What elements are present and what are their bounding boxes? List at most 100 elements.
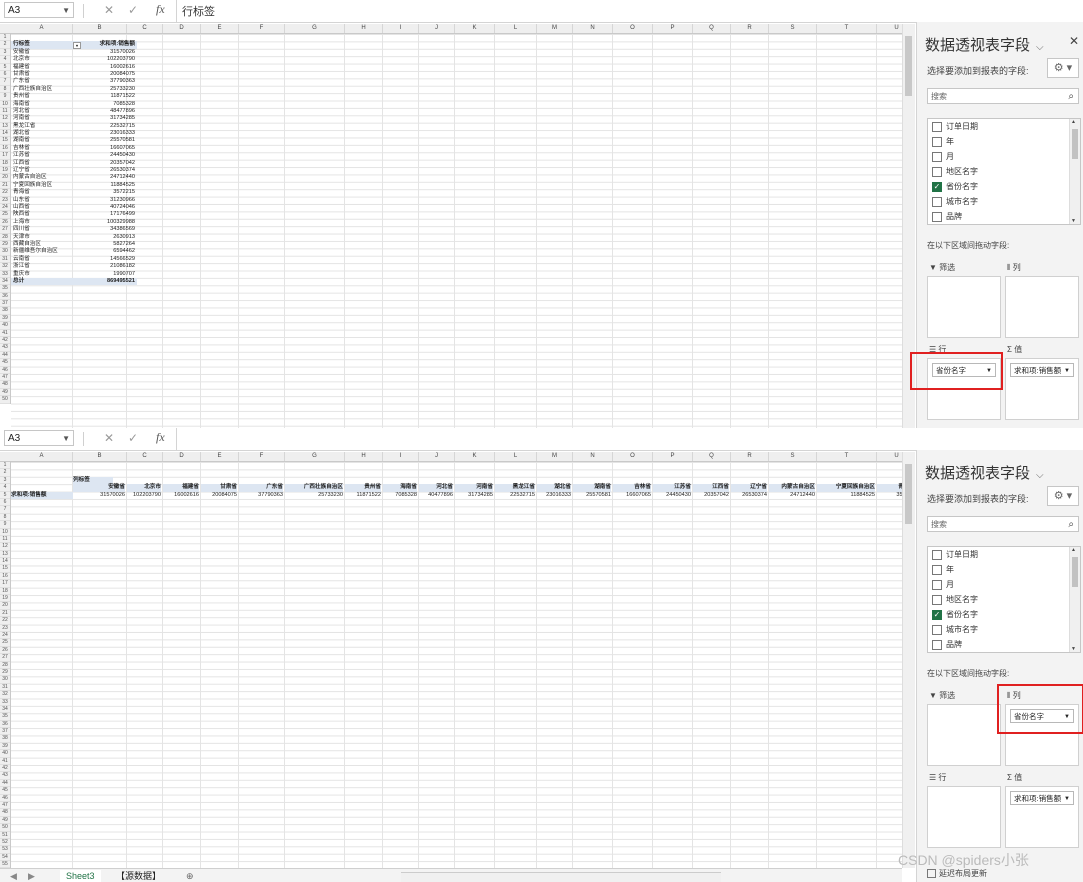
sales-value[interactable]: 20357042	[693, 492, 729, 499]
column-header[interactable]: K	[455, 452, 495, 461]
row-header[interactable]: 36	[0, 293, 10, 301]
column-header[interactable]: S	[769, 452, 817, 461]
column-header[interactable]: K	[455, 24, 495, 33]
close-icon[interactable]: ✕	[1069, 34, 1079, 48]
row-header[interactable]: 23	[0, 197, 10, 204]
field-list[interactable]: 订单日期年月地区名字 ✓ 省份名字 城市名字 品牌 ▲ ▼	[927, 118, 1081, 225]
chevron-down-icon[interactable]: ⌵	[1036, 470, 1044, 481]
province-column-header[interactable]: 广东省	[239, 484, 283, 492]
province-column-header[interactable]: 吉林省	[613, 484, 651, 492]
vertical-scrollbar[interactable]	[902, 452, 915, 868]
row-header[interactable]: 4	[0, 484, 10, 492]
sales-value[interactable]: 22532715	[495, 492, 535, 499]
field-list[interactable]: 订单日期年月地区名字 ✓ 省份名字 城市名字 品牌 ▲ ▼	[927, 546, 1081, 653]
row-header[interactable]: 42	[0, 337, 10, 345]
sales-value[interactable]: 31570026	[73, 492, 125, 499]
field-item[interactable]: 城市名字	[928, 622, 1080, 637]
row-header[interactable]: 13	[0, 551, 10, 559]
formula-content[interactable]: 行标签	[182, 3, 215, 19]
row-header[interactable]: 8	[0, 514, 10, 522]
pivot-row[interactable]: 内蒙古自治区 24712440	[11, 174, 137, 181]
column-header[interactable]: I	[383, 24, 419, 33]
name-box[interactable]: A3 ▼	[4, 2, 74, 18]
column-header[interactable]: L	[495, 452, 537, 461]
column-header[interactable]: J	[419, 24, 455, 33]
pivot-row[interactable]: 山东省 31230966	[11, 197, 137, 204]
pivot-row[interactable]: 广东省 37790363	[11, 78, 137, 85]
row-header[interactable]: 7	[0, 78, 10, 86]
sales-value[interactable]: 102203790	[127, 492, 161, 499]
search-input[interactable]: 搜索 ⌕	[927, 88, 1079, 104]
column-header[interactable]: R	[731, 452, 769, 461]
pivot-row[interactable]: 天津市 2630913	[11, 234, 137, 241]
province-column-header[interactable]: 青海省	[877, 484, 902, 492]
row-header[interactable]: 40	[0, 750, 10, 758]
pivot-row[interactable]: 湖南省 25570581	[11, 137, 137, 144]
pivot-row[interactable]: 福建省 16002616	[11, 64, 137, 71]
row-header[interactable]: 3	[0, 477, 10, 485]
row-header[interactable]: 30	[0, 248, 10, 256]
sales-value[interactable]: 7085328	[383, 492, 417, 499]
row-header[interactable]: 6	[0, 71, 10, 79]
row-header[interactable]: 17	[0, 152, 10, 160]
row-header[interactable]: 34	[0, 278, 10, 286]
row-header[interactable]: 19	[0, 595, 10, 603]
field-list-scrollbar[interactable]: ▲ ▼	[1069, 547, 1080, 652]
checkbox-icon[interactable]	[932, 565, 942, 575]
column-header[interactable]: G	[285, 24, 345, 33]
row-labels-header[interactable]: 行标签	[13, 41, 30, 48]
column-header[interactable]: A	[11, 24, 73, 33]
column-labels-header[interactable]: 列标签	[73, 476, 113, 485]
cell-grid[interactable]	[11, 34, 902, 428]
province-column-header[interactable]: 福建省	[163, 484, 199, 492]
field-item[interactable]: 地区名字	[928, 592, 1080, 607]
name-box[interactable]: A3 ▼	[4, 430, 74, 446]
province-column-header[interactable]: 北京市	[127, 484, 161, 492]
column-header[interactable]: M	[537, 452, 573, 461]
sales-value[interactable]: 24712440	[769, 492, 815, 499]
row-header[interactable]: 14	[0, 558, 10, 566]
row-header[interactable]: 45	[0, 787, 10, 795]
row-header[interactable]: 14	[0, 130, 10, 138]
row-header[interactable]: 28	[0, 662, 10, 669]
row-header[interactable]: 3	[0, 49, 10, 57]
province-column-header[interactable]: 黑龙江省	[495, 484, 535, 492]
pivot-row[interactable]: 黑龙江省 22532715	[11, 123, 137, 130]
column-header[interactable]: N	[573, 24, 613, 33]
field-item[interactable]: 月	[928, 149, 1080, 164]
row-header[interactable]: 17	[0, 580, 10, 588]
row-header[interactable]: 20	[0, 174, 10, 182]
row-header[interactable]: 47	[0, 802, 10, 810]
row-header[interactable]: 51	[0, 832, 10, 839]
gear-icon[interactable]: ⚙ ▾	[1047, 486, 1079, 506]
sales-value[interactable]: 25570581	[573, 492, 611, 499]
row-header[interactable]: 15	[0, 565, 10, 573]
cell-grid[interactable]	[11, 462, 902, 870]
pivot-table[interactable]: 行标签 ▾ 求和项:销售额 安徽省 31570026 北京市 102203790 福建省…	[11, 34, 137, 286]
row-header[interactable]: 46	[0, 367, 10, 374]
field-item[interactable]: ✓ 省份名字	[928, 607, 1080, 622]
row-header[interactable]: 49	[0, 817, 10, 825]
row-header[interactable]: 16	[0, 145, 10, 153]
cancel-icon[interactable]: ✕	[104, 431, 114, 445]
row-header[interactable]: 28	[0, 234, 10, 241]
row-header[interactable]: 12	[0, 115, 10, 123]
province-column-header[interactable]: 江苏省	[653, 484, 691, 492]
checkbox-icon[interactable]: ✓	[932, 182, 942, 192]
province-column-header[interactable]: 安徽省	[73, 484, 125, 492]
field-item[interactable]: 订单日期	[928, 547, 1080, 562]
row-header[interactable]: 1	[0, 34, 10, 42]
row-header[interactable]: 39	[0, 315, 10, 323]
column-header[interactable]: D	[163, 452, 201, 461]
column-header[interactable]: U	[877, 452, 902, 461]
chevron-down-icon[interactable]: ▼	[62, 3, 70, 19]
column-header[interactable]: P	[653, 24, 693, 33]
worksheet-grid[interactable]: ABCDEFGHIJKLMNOPQRSTU 1 2 3 4 5 6 7 8 9 10 11 12 13 1…	[0, 452, 902, 870]
checkbox-icon[interactable]	[932, 595, 942, 605]
field-item[interactable]: 城市名字	[928, 194, 1080, 209]
tab-sheet3[interactable]: Sheet3	[60, 870, 101, 882]
field-item[interactable]: 订单日期	[928, 119, 1080, 134]
column-header[interactable]: L	[495, 24, 537, 33]
column-header[interactable]: T	[817, 24, 877, 33]
column-header[interactable]: F	[239, 452, 285, 461]
